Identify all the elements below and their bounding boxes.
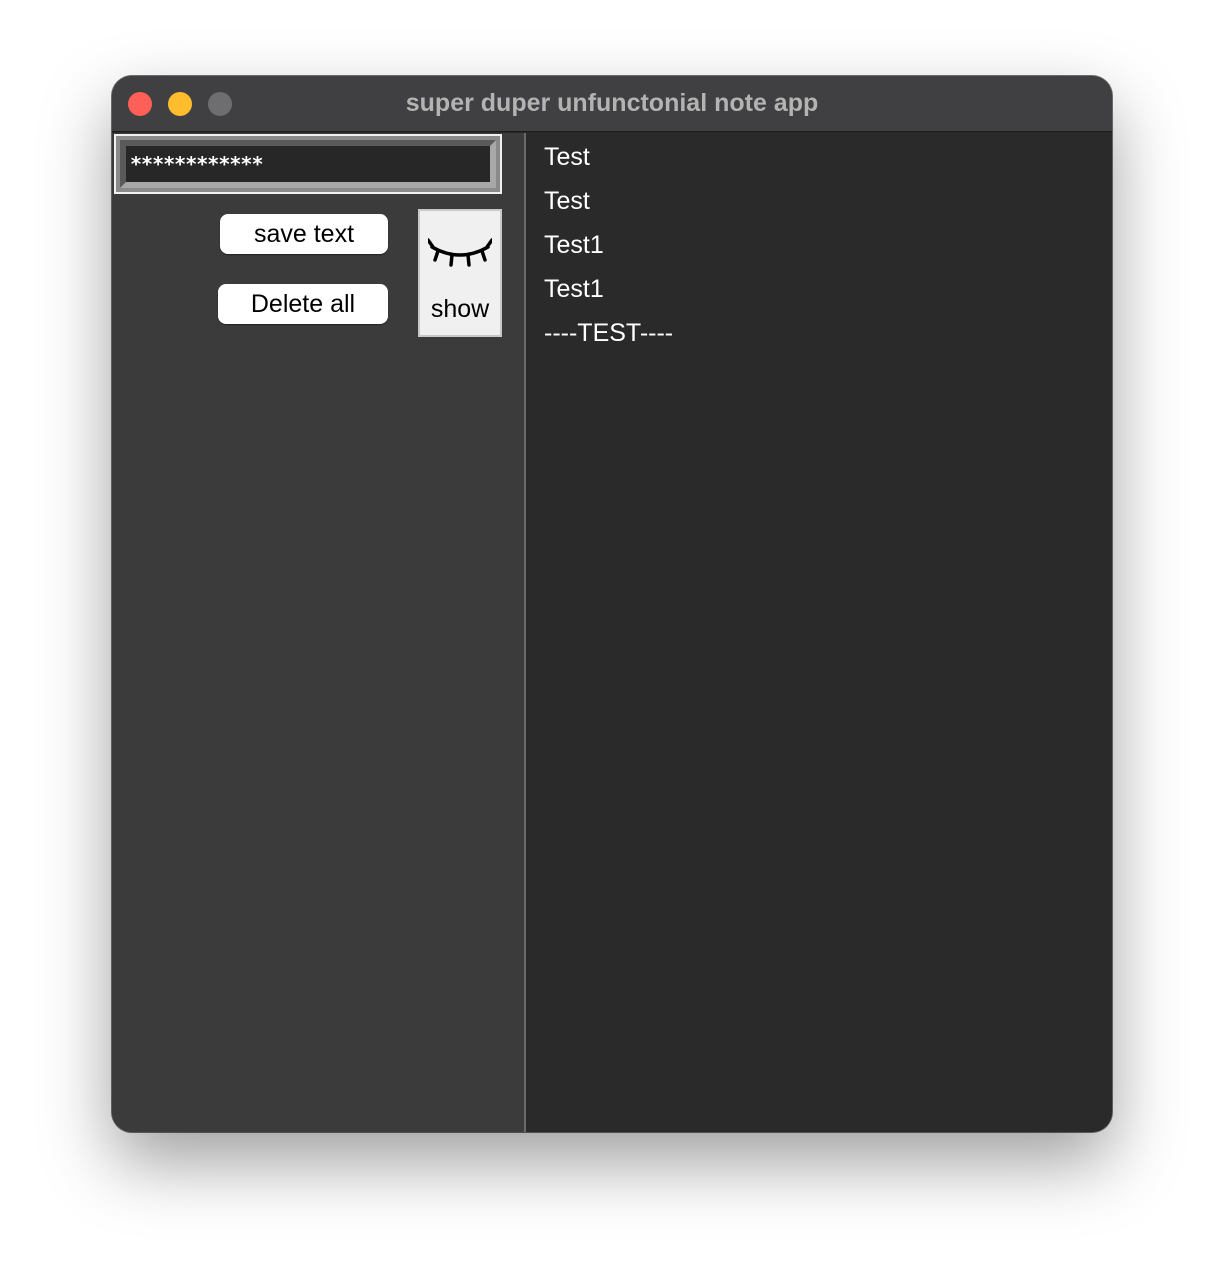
- app-window: super duper unfunctonial note app save t…: [112, 76, 1112, 1132]
- note-item[interactable]: ----TEST----: [544, 315, 673, 359]
- notes-panel: Test Test Test1 Test1 ----TEST----: [526, 133, 1112, 1132]
- note-item[interactable]: Test1: [544, 271, 673, 315]
- closed-eye-icon: [428, 238, 492, 267]
- show-label: show: [430, 295, 490, 323]
- note-text-input[interactable]: [120, 140, 496, 188]
- delete-all-button[interactable]: Delete all: [218, 284, 388, 324]
- note-entry-frame: [114, 134, 502, 194]
- title-bar[interactable]: super duper unfunctonial note app: [112, 76, 1112, 132]
- note-item[interactable]: Test: [544, 183, 673, 227]
- window-title: super duper unfunctonial note app: [405, 89, 819, 117]
- notes-list: Test Test Test1 Test1 ----TEST----: [544, 139, 673, 359]
- show-toggle-button[interactable]: show: [418, 209, 502, 337]
- controls-panel: save text Delete all show: [112, 133, 524, 1132]
- save-text-button[interactable]: save text: [220, 214, 388, 254]
- note-item[interactable]: Test: [544, 139, 673, 183]
- note-item[interactable]: Test1: [544, 227, 673, 271]
